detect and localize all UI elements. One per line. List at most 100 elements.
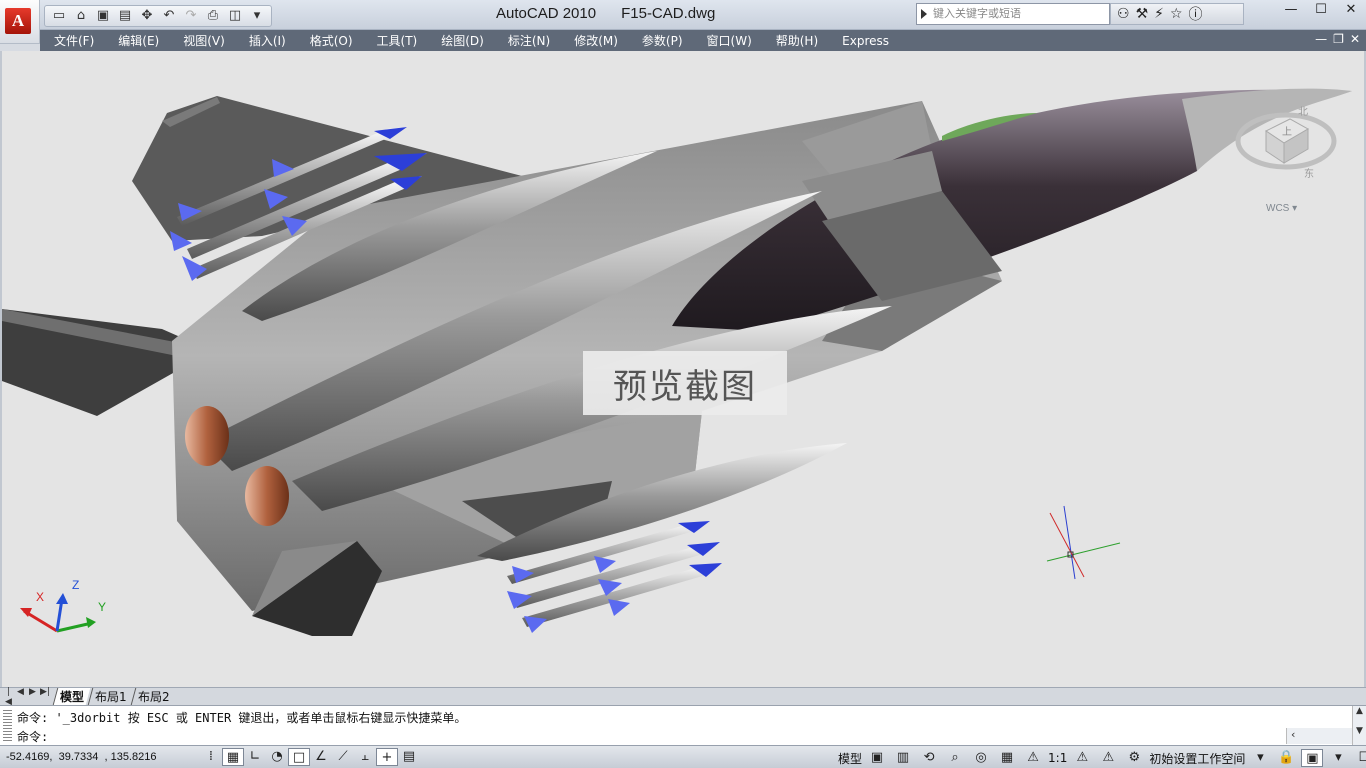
tab-navigation: |◀ ◀ ▶ ▶| bbox=[0, 687, 50, 707]
workspace-switch[interactable]: 初始设置工作空间 bbox=[1149, 750, 1245, 767]
menu-dimension[interactable]: 标注(N) bbox=[500, 32, 558, 49]
drawing-window-controls: — ❐ ✕ bbox=[1315, 32, 1360, 46]
preview-label: 预览截图 bbox=[613, 366, 757, 407]
tab-model[interactable]: 模型 bbox=[52, 688, 91, 705]
close-icon[interactable]: ✕ bbox=[1336, 0, 1366, 20]
command-line[interactable]: 命令: '_3dorbit 按 ESC 或 ENTER 键退出，或者单击鼠标右键… bbox=[0, 705, 1366, 746]
subscription-icon[interactable]: ⚒ bbox=[1136, 6, 1149, 22]
tab-layout2[interactable]: 布局2 bbox=[130, 688, 176, 705]
auto-scale-icon[interactable]: ⚠ bbox=[1097, 749, 1119, 767]
qat-dropdown-icon[interactable]: ▾ bbox=[247, 7, 267, 25]
layout-icon[interactable]: ▣ bbox=[866, 749, 888, 767]
menu-file[interactable]: 文件(F) bbox=[46, 32, 102, 49]
menu-view[interactable]: 视图(V) bbox=[175, 32, 233, 49]
prev-tab-icon[interactable]: ◀ bbox=[16, 687, 25, 707]
3d-object-snap-icon[interactable]: ⟋ bbox=[332, 748, 354, 766]
annotation-visibility-icon[interactable]: ⚠ bbox=[1071, 749, 1093, 767]
favorites-icon[interactable]: ☆ bbox=[1170, 6, 1183, 22]
polar-tracking-icon[interactable]: □ bbox=[288, 748, 310, 766]
menu-tools[interactable]: 工具(T) bbox=[369, 32, 426, 49]
drawing-restore-icon[interactable]: ❐ bbox=[1333, 32, 1344, 46]
open-icon[interactable]: ⌂ bbox=[71, 7, 91, 25]
drawing-minimize-icon[interactable]: — bbox=[1315, 32, 1327, 46]
coordinate-readout[interactable]: -52.4169, 39.7334 , 135.8216 bbox=[0, 751, 200, 763]
save-icon[interactable]: ▣ bbox=[93, 7, 113, 25]
quick-view-icon[interactable]: ▥ bbox=[892, 749, 914, 767]
drawing-viewport[interactable]: X Y Z 上 北 东 WCS ▾ 预览截图 bbox=[0, 51, 1366, 687]
help-icon[interactable]: ⓘ bbox=[1189, 4, 1203, 24]
wcs-menu[interactable]: WCS ▾ bbox=[1266, 203, 1297, 214]
search-expand-icon[interactable] bbox=[921, 9, 927, 19]
viewcube[interactable]: 上 北 东 bbox=[1228, 101, 1348, 191]
tab-layout1[interactable]: 布局1 bbox=[87, 688, 133, 705]
menu-draw[interactable]: 绘图(D) bbox=[433, 32, 492, 49]
command-grip-icon[interactable] bbox=[3, 710, 12, 742]
menu-edit[interactable]: 编辑(E) bbox=[110, 32, 167, 49]
dynamic-ucs-icon[interactable]: + bbox=[376, 748, 398, 766]
annotation-scale-value[interactable]: 1:1 bbox=[1048, 751, 1067, 765]
infer-constraints-icon[interactable]: ⁞ bbox=[200, 748, 222, 766]
menu-insert[interactable]: 插入(I) bbox=[241, 32, 294, 49]
object-snap-tracking-icon[interactable]: ⫠ bbox=[354, 748, 376, 766]
first-tab-icon[interactable]: |◀ bbox=[4, 687, 13, 707]
workspace-gear-icon[interactable]: ⚙ bbox=[1123, 749, 1145, 767]
redo-icon[interactable]: ↷ bbox=[181, 7, 201, 25]
grid-display-icon[interactable]: ∟ bbox=[244, 748, 266, 766]
plot-icon[interactable]: ⎙ bbox=[203, 7, 223, 25]
communication-icon[interactable]: ⚡ bbox=[1154, 6, 1164, 22]
menu-bar: 文件(F) 编辑(E) 视图(V) 插入(I) 格式(O) 工具(T) 绘图(D… bbox=[40, 30, 1366, 51]
binoculars-icon[interactable]: ⚇ bbox=[1117, 6, 1130, 22]
menu-help[interactable]: 帮助(H) bbox=[768, 32, 826, 49]
menu-express[interactable]: Express bbox=[834, 34, 897, 48]
autocad-window: A ▭ ⌂ ▣ ▤ ✥ ↶ ↷ ⎙ ◫ ▾ AutoCAD 2010 F15-C… bbox=[0, 0, 1366, 768]
status-menu-icon[interactable]: ▾ bbox=[1327, 749, 1349, 767]
command-vscroll[interactable]: ▲ ▼ bbox=[1352, 706, 1366, 746]
layout-tabs: |◀ ◀ ▶ ▶| 模型 布局1 布局2 bbox=[0, 687, 1366, 707]
command-prompt[interactable]: 命令: bbox=[17, 728, 48, 745]
model-space-button[interactable]: 模型 bbox=[838, 750, 862, 767]
orbit-icon[interactable]: ◎ bbox=[970, 749, 992, 767]
saveas-icon[interactable]: ▤ bbox=[115, 7, 135, 25]
steeringwheel-icon[interactable]: ⟲ bbox=[918, 749, 940, 767]
dynamic-input-icon[interactable]: ▤ bbox=[398, 748, 420, 766]
showmotion-icon[interactable]: ▦ bbox=[996, 749, 1018, 767]
infocenter-search-input[interactable]: 键入关键字或短语 bbox=[916, 3, 1110, 25]
next-tab-icon[interactable]: ▶ bbox=[28, 687, 37, 707]
viewcube-north-label: 北 bbox=[1298, 106, 1308, 118]
menu-format[interactable]: 格式(O) bbox=[302, 32, 361, 49]
drawing-close-icon[interactable]: ✕ bbox=[1350, 32, 1360, 46]
last-tab-icon[interactable]: ▶| bbox=[40, 687, 50, 707]
status-bar: -52.4169, 39.7334 , 135.8216 ⁞ ▦ ∟ ◔ □ ∠… bbox=[0, 745, 1366, 768]
undo-icon[interactable]: ↶ bbox=[159, 7, 179, 25]
preview-icon[interactable]: ◫ bbox=[225, 7, 245, 25]
search-placeholder: 键入关键字或短语 bbox=[933, 7, 1021, 20]
ortho-mode-icon[interactable]: ◔ bbox=[266, 748, 288, 766]
file-name: F15-CAD.dwg bbox=[621, 5, 716, 22]
ucs-y-label: Y bbox=[98, 600, 106, 614]
menu-modify[interactable]: 修改(M) bbox=[566, 32, 626, 49]
snap-mode-icon[interactable]: ▦ bbox=[222, 748, 244, 766]
ucs-icon: X Y Z bbox=[20, 578, 106, 633]
clean-screen-icon[interactable]: ☐ bbox=[1353, 749, 1366, 767]
menu-parametric[interactable]: 参数(P) bbox=[634, 32, 691, 49]
tab-layout1-label: 布局1 bbox=[95, 690, 127, 704]
tab-layout2-label: 布局2 bbox=[137, 690, 170, 704]
new-icon[interactable]: ▭ bbox=[49, 7, 69, 25]
quick-access-toolbar: ▭ ⌂ ▣ ▤ ✥ ↶ ↷ ⎙ ◫ ▾ bbox=[44, 5, 272, 27]
toolbar-lock-icon[interactable]: 🔒 bbox=[1275, 749, 1297, 767]
workspace-dropdown-icon[interactable]: ▾ bbox=[1249, 749, 1271, 767]
tab-model-label: 模型 bbox=[60, 690, 85, 704]
menu-window[interactable]: 窗口(W) bbox=[699, 32, 760, 49]
annotation-scale-icon[interactable]: ⚠ bbox=[1022, 749, 1044, 767]
scroll-left-icon[interactable]: ‹ bbox=[1291, 728, 1295, 744]
window-controls: — ☐ ✕ bbox=[1276, 0, 1366, 20]
status-right-group: 模型 ▣ ▥ ⟲ ⌕ ◎ ▦ ⚠ 1:1 ⚠ ⚠ ⚙ 初始设置工作空间 ▾ 🔒 … bbox=[838, 748, 1366, 768]
application-menu-button[interactable]: A bbox=[0, 0, 40, 44]
maximize-icon[interactable]: ☐ bbox=[1306, 0, 1336, 20]
zoom-icon[interactable]: ⌕ bbox=[944, 749, 966, 767]
object-snap-icon[interactable]: ∠ bbox=[310, 748, 332, 766]
hardware-acceleration-icon[interactable]: ▣ bbox=[1301, 749, 1324, 767]
pan-icon[interactable]: ✥ bbox=[137, 7, 157, 25]
ucs-z-label: Z bbox=[72, 578, 79, 592]
minimize-icon[interactable]: — bbox=[1276, 0, 1306, 20]
